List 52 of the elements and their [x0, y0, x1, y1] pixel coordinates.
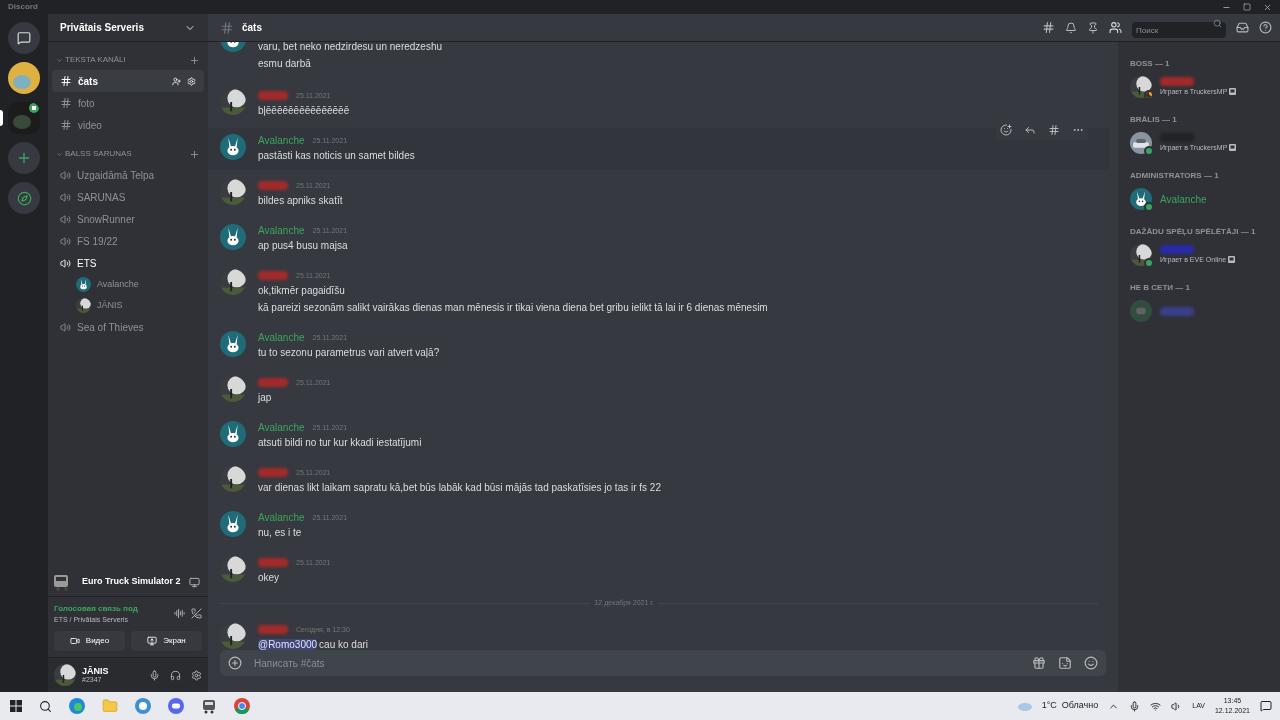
message-text: varu, bet neko nedzirdesu un neredzeshu [258, 42, 442, 54]
message-text: @Romo3000 cau ko dari [258, 638, 368, 650]
member-group-label: НЕ В СЕТИ — 1 [1130, 282, 1191, 294]
user-name: JĀNIS [82, 667, 110, 676]
message-text: var dienas likt laikam sapratu kā,bet būs labāk kad būsi mājās tad paskatīsies jo tas ir fs 22 [258, 481, 661, 495]
message-text: kā pareizi sezonām salikt vairākas dienas man mēnesis ir tikai viena diena bet gribu ielikt tā lai ir 6 dienas mēnesim [258, 301, 768, 315]
message-text: pastāsti kas noticis un samet bildes [258, 149, 415, 163]
server-name[interactable]: Privātais Serveris [60, 20, 144, 35]
channel-item[interactable]: video [52, 114, 204, 136]
voice-status: Голосовая связь под [54, 602, 139, 615]
channel-item[interactable]: ETS [52, 252, 204, 274]
message-text: nu, es i te [258, 526, 303, 540]
game-name: Euro Truck Simulator 2 [82, 575, 181, 589]
author-name[interactable]: Avalanche [258, 132, 305, 149]
channel-item[interactable]: Sea of Thieves [52, 316, 204, 338]
message-text: ok,tikmēr pagaidīšu [258, 284, 346, 298]
channel-item[interactable]: SnowRunner [52, 208, 204, 230]
message-text: jap [258, 391, 273, 405]
message-input[interactable]: Написать #čats [254, 655, 1020, 671]
member-group-label: BRĀLIS — 1 [1130, 114, 1178, 126]
message-text: okey [258, 571, 281, 585]
channel-item[interactable]: Uzgaidāmā Telpa [52, 164, 204, 186]
member-group-label: ADMINISTRATORS — 1 [1130, 170, 1220, 182]
message-text: bildes apniks skatīt [258, 194, 343, 208]
message-composer[interactable]: Написать #čats [220, 650, 1106, 676]
channel-title: čats [242, 21, 262, 35]
video-button[interactable]: Видео [54, 631, 125, 651]
category-label[interactable]: TEKSTA KANĀLI [65, 54, 126, 66]
author-name[interactable]: Avalanche [258, 419, 305, 436]
channel-item[interactable]: SARUNAS [52, 186, 204, 208]
author-name[interactable]: Avalanche [258, 222, 305, 239]
message-text: tu to sezonu parametrus vari atvert vaļā? [258, 346, 440, 360]
screen-button[interactable]: Экран [131, 631, 202, 651]
voice-user[interactable]: Avalanche [97, 277, 139, 292]
weather-text[interactable]: 1°C Облачно [1041, 699, 1099, 713]
channel-item[interactable]: foto [52, 92, 204, 114]
message-text: ap pus4 busu majsa [258, 239, 348, 253]
author-name[interactable]: Avalanche [258, 329, 305, 346]
voice-user[interactable]: JĀNIS [97, 298, 123, 313]
channel-item[interactable]: čats [52, 70, 204, 92]
category-label[interactable]: BALSS SARUNAS [65, 148, 132, 160]
message-text: esmu darbā [258, 57, 312, 71]
search-field[interactable]: Поиск [1132, 22, 1226, 38]
message-text: atsuti bildi no tur kur kkadi iestatījumi [258, 436, 422, 450]
author-name[interactable]: Avalanche [258, 509, 305, 526]
mention-link[interactable]: @Romo3000 [258, 639, 318, 650]
channel-item[interactable]: FS 19/22 [52, 230, 204, 252]
member-group-label: DAŽĀDU SPĒĻU SPĒLĒTĀJI — 1 [1130, 226, 1257, 238]
member-name: Avalanche [1160, 193, 1207, 205]
message-text: bļēēēēēēēēēēēēēēē [258, 104, 350, 118]
member-group-label: BOSS — 1 [1130, 58, 1171, 70]
window-title: Discord [8, 1, 38, 13]
